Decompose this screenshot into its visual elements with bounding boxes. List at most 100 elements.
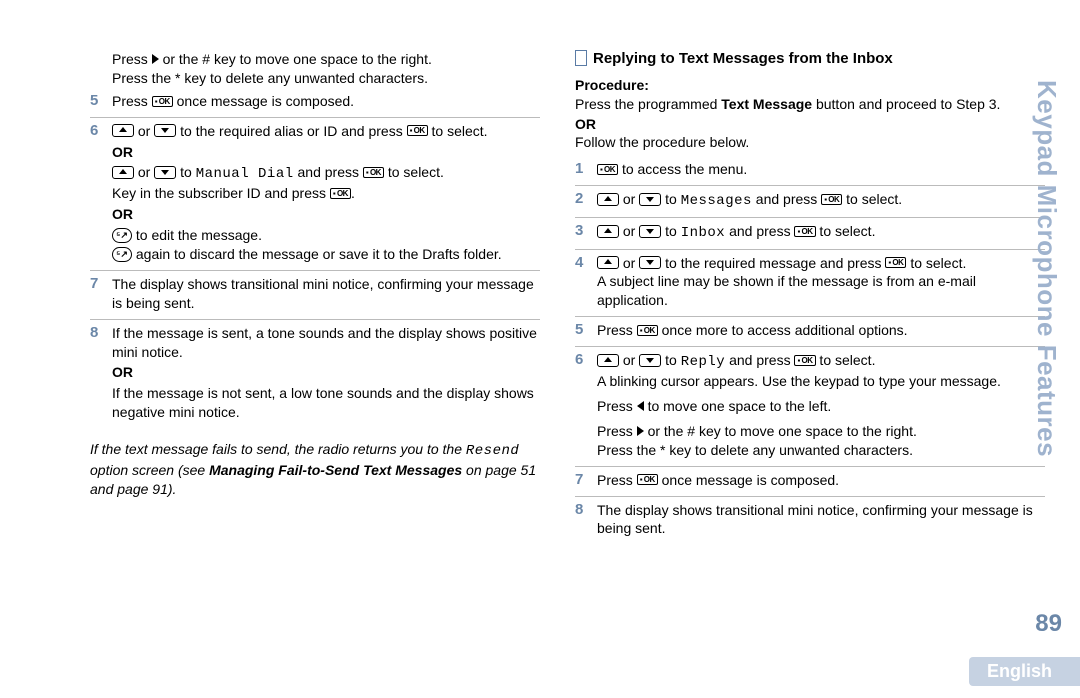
bold-text: Text Message [721,96,812,112]
or-label: OR [112,205,540,224]
text: to [661,352,680,368]
text: or the # key to move one space to the ri… [644,423,917,439]
text: If the message is sent, a tone sounds an… [112,324,540,362]
right-arrow-icon [152,54,159,64]
text: once message is composed. [173,93,354,109]
ok-key-icon: ▪ OK [407,125,428,136]
r-step-6: 6 or to Reply and press ▪ OK to select. … [575,347,1045,466]
text: Follow the procedure below. [575,134,1045,150]
r-step-7: 7 Press ▪ OK once message is composed. [575,467,1045,497]
r-step-4: 4 or to the required message and press ▪… [575,250,1045,318]
ok-key-icon: ▪ OK [821,194,842,205]
text: or the # key to move one space to the ri… [159,51,432,67]
text: to [661,191,680,207]
text: A subject line may be shown if the messa… [597,272,1045,310]
mono-text: Resend [466,443,519,459]
ok-key-icon: ▪ OK [637,474,658,485]
text: or [619,352,639,368]
back-key-icon: ⁵↗ [112,228,132,243]
text: Press [597,322,637,338]
text: or [134,164,154,180]
ok-key-icon: ▪ OK [363,167,384,178]
right-column: Replying to Text Messages from the Inbox… [575,50,1045,640]
text: or [134,123,154,139]
text: to edit the message. [132,227,262,243]
ok-key-icon: ▪ OK [794,355,815,366]
procedure-label: Procedure: [575,77,1045,93]
r-step-1: 1 ▪ OK to access the menu. [575,156,1045,186]
step-number: 5 [90,92,112,111]
step-number: 5 [575,321,597,340]
r-step-2: 2 or to Messages and press ▪ OK to selec… [575,186,1045,218]
step-number: 6 [90,122,112,264]
step-number: 7 [90,275,112,313]
text: and press [294,164,363,180]
mono-text: Reply [681,354,726,370]
step-number: 8 [90,324,112,422]
text: once message is composed. [658,472,839,488]
mono-text: Manual Dial [196,166,294,182]
mono-text: Messages [681,193,752,209]
text: again to discard the message or save it … [132,246,502,262]
down-key-icon [639,225,661,238]
ok-key-icon: ▪ OK [637,325,658,336]
step-8: 8 If the message is sent, a tone sounds … [90,320,540,428]
up-key-icon [597,256,619,269]
up-key-icon [597,354,619,367]
page-content: Press or the # key to move one space to … [0,0,1080,640]
text: to the required alias or ID and press [176,123,406,139]
text: Press [112,51,152,67]
text: option screen (see [90,462,209,478]
heading-text: Replying to Text Messages from the Inbox [593,50,893,67]
text: to move one space to the left. [644,398,832,414]
text: or [619,255,639,271]
up-key-icon [597,225,619,238]
text: Press [597,398,637,414]
step-7: 7 The display shows transitional mini no… [90,271,540,320]
text: Press [597,423,637,439]
ok-key-icon: ▪ OK [885,257,906,268]
left-arrow-icon [637,401,644,411]
page-number: 89 [1035,610,1062,638]
step-number: 7 [575,471,597,490]
procedure-intro: Press the programmed Text Message button… [575,95,1045,114]
text: to [661,223,680,239]
language-tab: English [969,657,1080,686]
ok-key-icon: ▪ OK [330,188,351,199]
step-number: 6 [575,351,597,459]
text: . [351,185,355,201]
step-number: 1 [575,160,597,179]
text: or [619,191,639,207]
step-number: 3 [575,222,597,243]
or-label: OR [575,116,1045,132]
text: or [619,223,639,239]
side-title: Keypad Microphone Features [1031,80,1062,457]
text: Press [112,93,152,109]
text: Press the programmed [575,96,721,112]
ok-key-icon: ▪ OK [152,96,173,107]
left-column: Press or the # key to move one space to … [90,50,540,640]
down-key-icon [639,354,661,367]
text: to select. [906,255,966,271]
step-6: 6 or to the required alias or ID and pre… [90,118,540,271]
text: to [176,164,195,180]
intro-block: Press or the # key to move one space to … [90,50,540,88]
text: Press the * key to delete any unwanted c… [597,441,1045,460]
step-5: 5 Press ▪ OK once message is composed. [90,88,540,118]
down-key-icon [639,256,661,269]
text: to select. [842,191,902,207]
text: The display shows transitional mini noti… [597,501,1045,539]
back-key-icon: ⁵↗ [112,247,132,262]
r-step-3: 3 or to Inbox and press ▪ OK to select. [575,218,1045,250]
bookmark-icon [575,50,587,66]
text: and press [725,352,794,368]
text: to select. [816,352,876,368]
text: to the required message and press [661,255,885,271]
text: If the text message fails to send, the r… [90,441,466,457]
text: If the message is not sent, a low tone s… [112,384,540,422]
bold-text: Managing Fail-to-Send Text Messages [209,462,462,478]
ok-key-icon: ▪ OK [794,226,815,237]
up-key-icon [112,166,134,179]
section-heading: Replying to Text Messages from the Inbox [575,50,1045,67]
or-label: OR [112,363,540,382]
